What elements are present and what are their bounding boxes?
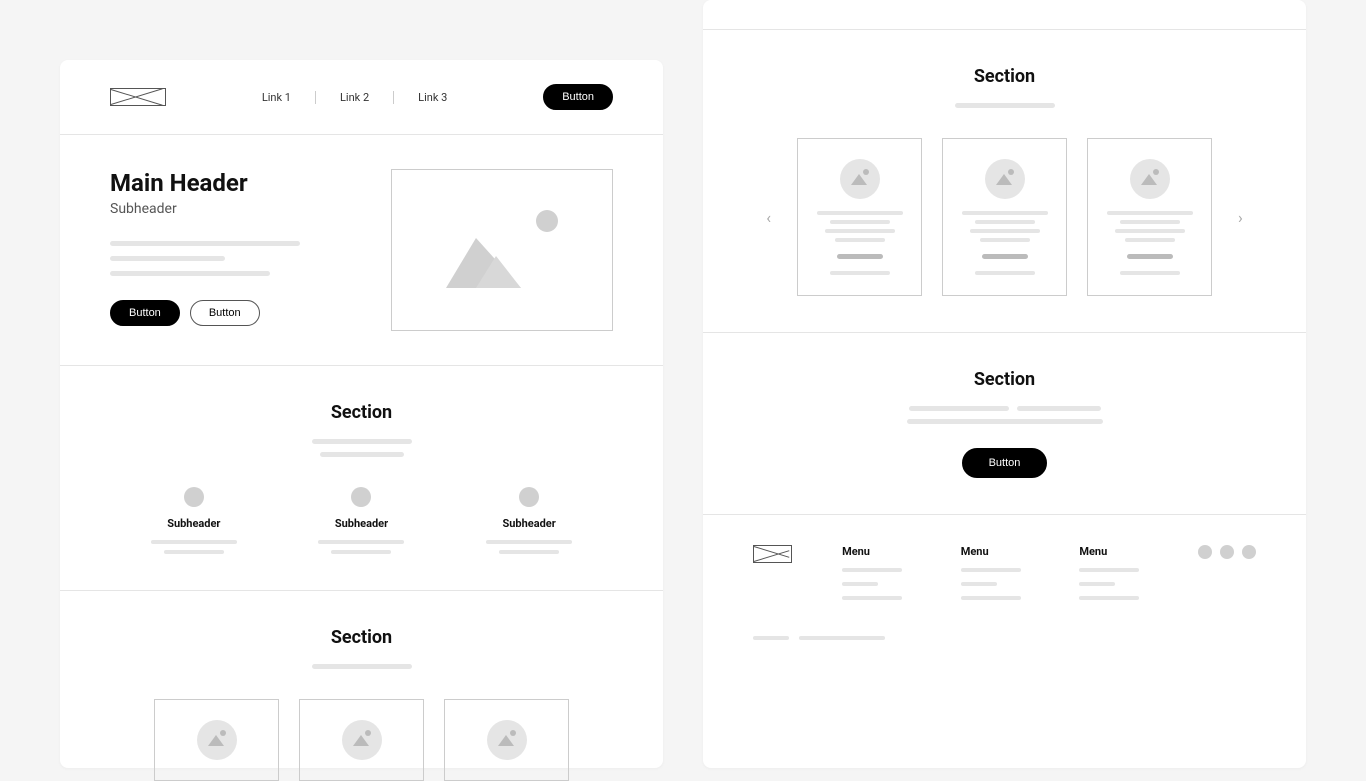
feature-icon [351, 487, 371, 507]
hero-primary-button[interactable]: Button [110, 300, 180, 326]
social-icon[interactable] [1198, 545, 1212, 559]
footer-menu: Menu [842, 545, 911, 600]
features-row: Subheader Subheader Subheader [110, 487, 613, 554]
feature-item: Subheader [469, 487, 589, 554]
feature-item: Subheader [301, 487, 421, 554]
card[interactable] [154, 699, 279, 781]
footer-link-placeholder[interactable] [961, 596, 1021, 600]
hero-subtitle: Subheader [110, 201, 361, 217]
cta-button[interactable]: Button [962, 448, 1048, 478]
card-text-placeholder [1102, 211, 1197, 242]
card-image-placeholder [487, 720, 527, 760]
section-subtitle-placeholder [753, 103, 1256, 108]
footer-link-placeholder[interactable] [842, 568, 902, 572]
footer-link-placeholder[interactable] [961, 568, 1021, 572]
social-icons [1198, 545, 1256, 559]
footer-link-placeholder[interactable] [1079, 568, 1139, 572]
social-icon[interactable] [1242, 545, 1256, 559]
footer-logo-placeholder[interactable] [753, 545, 792, 563]
card-image-placeholder [1130, 159, 1170, 199]
footer-bottom-placeholder [753, 636, 1256, 640]
carousel-card[interactable] [797, 138, 922, 296]
carousel-card[interactable] [942, 138, 1067, 296]
wireframe-page-top: Link 1 Link 2 Link 3 Button Main Header … [60, 60, 663, 768]
feature-title: Subheader [503, 517, 556, 530]
feature-icon [184, 487, 204, 507]
hero-secondary-button[interactable]: Button [190, 300, 260, 326]
card[interactable] [299, 699, 424, 781]
nav-link-3[interactable]: Link 3 [394, 91, 471, 104]
carousel-card[interactable] [1087, 138, 1212, 296]
cta-section: Section Button [703, 333, 1306, 515]
card-image-placeholder [197, 720, 237, 760]
card-image-placeholder [840, 159, 880, 199]
social-icon[interactable] [1220, 545, 1234, 559]
nav-links: Link 1 Link 2 Link 3 [206, 91, 503, 104]
section-subtitle-placeholder [110, 439, 613, 457]
image-icon [536, 210, 558, 232]
footer-link-placeholder[interactable] [842, 582, 878, 586]
hero-text-placeholder [110, 241, 361, 276]
carousel-next-icon[interactable]: › [1232, 208, 1249, 227]
footer-menu-title: Menu [1079, 545, 1148, 558]
hero-section: Main Header Subheader Button Button [60, 135, 663, 366]
card-image-placeholder [342, 720, 382, 760]
feature-title: Subheader [335, 517, 388, 530]
nav-cta-button[interactable]: Button [543, 84, 613, 110]
footer-menu-title: Menu [842, 545, 911, 558]
section-title: Section [110, 627, 613, 648]
footer: Menu Menu Menu [703, 515, 1306, 670]
hero-title: Main Header [110, 169, 361, 197]
hero-content: Main Header Subheader Button Button [110, 169, 361, 331]
feature-icon [519, 487, 539, 507]
carousel-prev-icon[interactable]: ‹ [760, 208, 777, 227]
footer-menu: Menu [1079, 545, 1148, 600]
cta-text-placeholder [753, 406, 1256, 424]
carousel: ‹ [753, 138, 1256, 296]
card-text-placeholder [812, 211, 907, 242]
nav-link-2[interactable]: Link 2 [316, 91, 394, 104]
footer-link-placeholder[interactable] [1079, 596, 1139, 600]
footer-link-placeholder[interactable] [842, 596, 902, 600]
section-title: Section [753, 66, 1256, 87]
wireframe-page-bottom: Section ‹ [703, 0, 1306, 768]
card-image-placeholder [985, 159, 1025, 199]
section-subtitle-placeholder [110, 664, 613, 669]
features-section: Section Subheader Subheader Subheader [60, 366, 663, 591]
section-title: Section [753, 369, 1256, 390]
feature-item: Subheader [134, 487, 254, 554]
section-title: Section [110, 402, 613, 423]
footer-menu-title: Menu [961, 545, 1030, 558]
card-button-placeholder[interactable] [982, 254, 1028, 259]
nav-bar: Link 1 Link 2 Link 3 Button [60, 60, 663, 135]
footer-link-placeholder[interactable] [961, 582, 997, 586]
card-text-placeholder [957, 211, 1052, 242]
nav-link-1[interactable]: Link 1 [238, 91, 316, 104]
logo-placeholder[interactable] [110, 88, 166, 106]
card[interactable] [444, 699, 569, 781]
carousel-section: Section ‹ [703, 30, 1306, 333]
cards-row [110, 699, 613, 781]
footer-link-placeholder[interactable] [1079, 582, 1115, 586]
footer-menu: Menu [961, 545, 1030, 600]
card-button-placeholder[interactable] [837, 254, 883, 259]
hero-actions: Button Button [110, 300, 361, 326]
cards-section: Section [60, 591, 663, 781]
feature-title: Subheader [167, 517, 220, 530]
card-button-placeholder[interactable] [1127, 254, 1173, 259]
hero-image-placeholder [391, 169, 613, 331]
